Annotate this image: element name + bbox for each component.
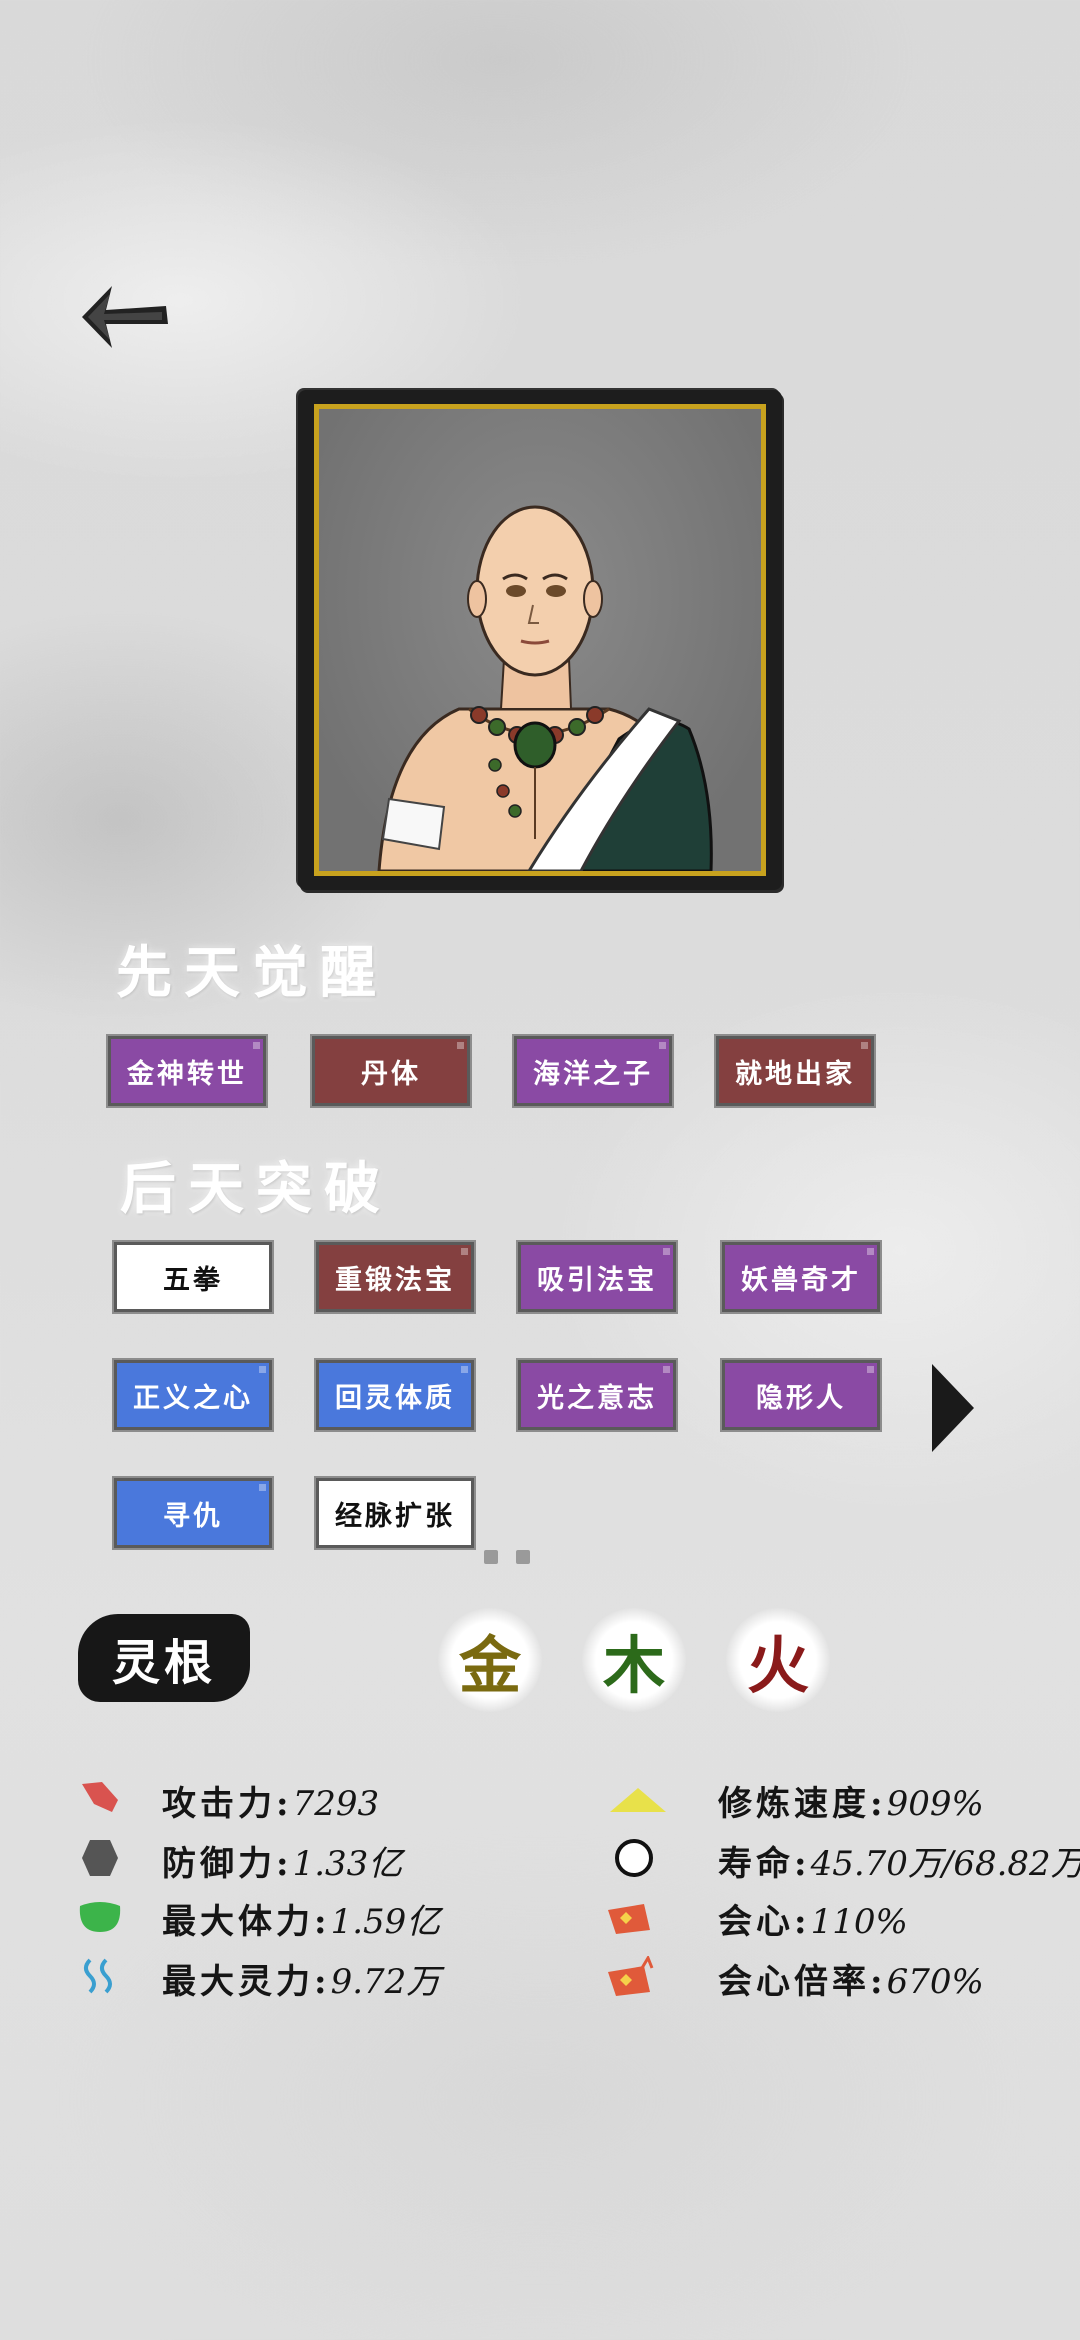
character-portrait — [314, 404, 766, 876]
stat-label-lifespan: 寿命 — [718, 1844, 794, 1884]
crit-icon — [604, 1898, 652, 1938]
element-wood: 木 — [582, 1608, 686, 1712]
next-page-button[interactable] — [930, 1362, 976, 1454]
stat-value-lifespan: 45.70万/68.82万 — [810, 1844, 1080, 1884]
arrow-left-icon — [82, 286, 168, 348]
stat-value-cultivation-speed: 909% — [886, 1784, 984, 1824]
innate-awakening-title: 先天觉醒 — [116, 940, 388, 1006]
crit-rate-icon — [604, 1954, 654, 1996]
shield-icon — [76, 1838, 124, 1878]
spirit-root-badge: 灵根 — [78, 1614, 250, 1702]
triangle-right-icon — [932, 1364, 974, 1452]
innate-talent-chip[interactable]: 海洋之子 — [512, 1034, 674, 1108]
acquired-talent-chip[interactable]: 吸引法宝 — [516, 1240, 678, 1314]
acquired-talent-chip[interactable]: 妖兽奇才 — [720, 1240, 882, 1314]
innate-talent-chip[interactable]: 丹体 — [310, 1034, 472, 1108]
stat-value-attack: 7293 — [292, 1784, 380, 1824]
acquired-talent-chip[interactable]: 经脉扩张 — [314, 1476, 476, 1550]
speed-icon — [608, 1786, 666, 1826]
acquired-talent-chip[interactable]: 寻仇 — [112, 1476, 274, 1550]
acquired-talent-chip[interactable]: 回灵体质 — [314, 1358, 476, 1432]
stat-label-crit: 会心 — [718, 1902, 794, 1942]
sword-icon — [76, 1778, 124, 1818]
acquired-talent-chip[interactable]: 五拳 — [112, 1240, 274, 1314]
spirit-icon — [76, 1956, 124, 1996]
lifespan-icon — [612, 1836, 660, 1877]
stat-label-crit-multiplier: 会心倍率 — [718, 1962, 870, 2002]
stat-value-max-hp: 1.59亿 — [330, 1902, 441, 1942]
element-metal: 金 — [438, 1608, 542, 1712]
acquired-talent-chip[interactable]: 重锻法宝 — [314, 1240, 476, 1314]
element-fire: 火 — [726, 1608, 830, 1712]
stat-label-max-spirit: 最大灵力 — [162, 1962, 314, 2002]
page-indicator-dot — [484, 1550, 498, 1564]
innate-talent-chip[interactable]: 金神转世 — [106, 1034, 268, 1108]
stat-label-cultivation-speed: 修炼速度 — [718, 1784, 870, 1824]
back-button[interactable] — [78, 282, 170, 352]
character-portrait-frame — [298, 390, 782, 890]
stat-value-defense: 1.33亿 — [292, 1844, 403, 1884]
acquired-talent-chip[interactable]: 光之意志 — [516, 1358, 678, 1432]
acquired-breakthrough-title: 后天突破 — [120, 1156, 392, 1222]
acquired-talent-chip[interactable]: 正义之心 — [112, 1358, 274, 1432]
page-indicator-dot — [516, 1550, 530, 1564]
stat-label-defense: 防御力 — [162, 1844, 276, 1884]
stat-value-crit-multiplier: 670% — [886, 1962, 984, 2002]
stat-value-crit: 110% — [810, 1902, 908, 1942]
stat-value-max-spirit: 9.72万 — [330, 1962, 441, 2002]
stat-label-attack: 攻击力 — [162, 1784, 276, 1824]
stat-label-max-hp: 最大体力 — [162, 1902, 314, 1942]
health-icon — [76, 1896, 124, 1936]
acquired-talent-chip[interactable]: 隐形人 — [720, 1358, 882, 1432]
innate-talent-chip[interactable]: 就地出家 — [714, 1034, 876, 1108]
